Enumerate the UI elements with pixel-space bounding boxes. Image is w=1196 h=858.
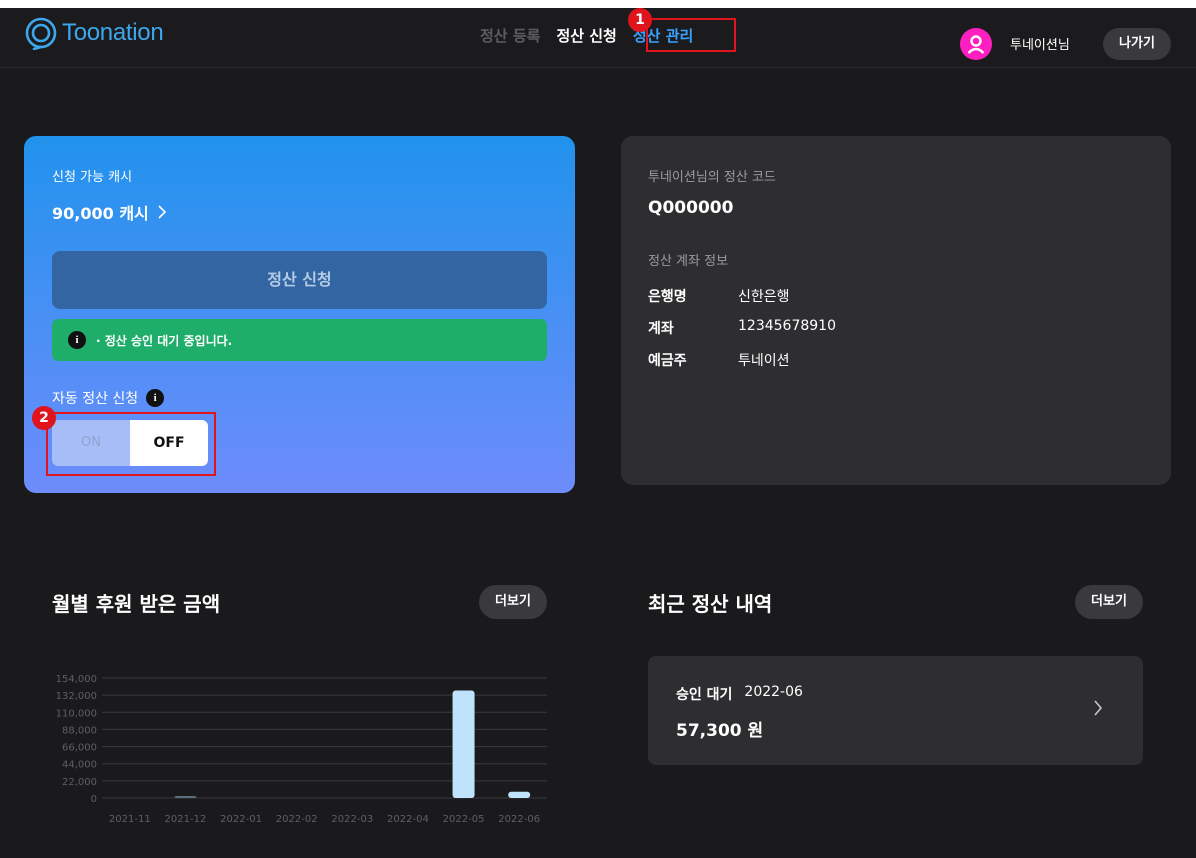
x-tick-label: 2022-03 (331, 814, 373, 825)
y-tick-label: 110,000 (56, 708, 97, 719)
account-value: 신한은행 (738, 289, 790, 305)
logo-text: Toonation (62, 19, 164, 46)
settlement-code-title: 투네이션님의 정산 코드 (648, 170, 776, 185)
toonation-logo-icon (25, 17, 57, 50)
logo[interactable]: Toonation (24, 16, 164, 50)
chevron-right-icon (158, 205, 166, 219)
header: Toonation 정산 등록 정산 신청 정산 관리 투네이션님 나가기 (0, 8, 1196, 68)
exit-button[interactable]: 나가기 (1103, 28, 1171, 60)
step-badge-2: 2 (32, 406, 56, 430)
recent-period: 2022-06 (744, 684, 803, 700)
recent-title: 최근 정산 내역 (648, 592, 773, 616)
y-tick-label: 66,000 (62, 743, 97, 754)
x-tick-label: 2022-06 (498, 814, 540, 825)
x-tick-label: 2022-01 (220, 814, 262, 825)
pending-notice: i · 정산 승인 대기 중입니다. (52, 319, 547, 361)
highlight-box-1 (646, 18, 736, 52)
account-row-bank: 은행명 신한은행 (648, 286, 790, 306)
y-tick-label: 44,000 (62, 760, 97, 771)
account-key: 예금주 (648, 353, 687, 369)
user-icon (967, 35, 985, 54)
auto-info-icon[interactable]: i (146, 389, 165, 407)
bar (508, 791, 531, 798)
account-key: 은행명 (648, 289, 687, 305)
monthly-title: 월별 후원 받은 금액 (52, 592, 221, 616)
x-tick-label: 2022-04 (387, 814, 429, 825)
account-value: 12345678910 (738, 318, 836, 334)
bar (174, 796, 197, 798)
settlement-apply-button[interactable]: 정산 신청 (52, 251, 547, 309)
recent-amount: 57,300 원 (676, 721, 764, 741)
recent-more-button[interactable]: 더보기 (1075, 585, 1143, 619)
monthly-chart: 0 22,000 44,000 66,000 88,000 110,000 132,000 1… (40, 668, 560, 838)
auto-settlement-text: 자동 정산 신청 (52, 391, 139, 407)
account-row-holder: 예금주 투네이션 (648, 350, 790, 370)
avatar[interactable] (960, 28, 992, 60)
top-strip (0, 0, 1196, 8)
monthly-more-button[interactable]: 더보기 (479, 585, 547, 619)
account-card: 투네이션님의 정산 코드 Q000000 정산 계좌 정보 은행명 신한은행 계… (621, 136, 1171, 485)
account-info-title: 정산 계좌 정보 (648, 254, 729, 269)
notice-text: · 정산 승인 대기 중입니다. (96, 333, 233, 348)
recent-status: 승인 대기 (676, 687, 733, 703)
available-cash-label: 신청 가능 캐시 (52, 170, 133, 185)
x-tick-label: 2021-11 (109, 814, 151, 825)
x-tick-label: 2022-05 (443, 814, 485, 825)
account-row-number: 계좌 12345678910 (648, 318, 836, 338)
account-value: 투네이션 (738, 353, 790, 369)
y-tick-label: 132,000 (56, 691, 97, 702)
account-key: 계좌 (648, 321, 674, 337)
y-tick-label: 154,000 (56, 674, 97, 685)
recent-settlement-item[interactable]: 승인 대기 2022-06 57,300 원 (648, 656, 1143, 765)
auto-settlement-label: 자동 정산 신청 i (52, 388, 165, 408)
recent-status-line: 승인 대기 2022-06 (676, 684, 803, 704)
highlight-box-2 (46, 412, 216, 476)
nav-item-register[interactable]: 정산 등록 (472, 24, 548, 48)
monthly-chart-svg: 0 22,000 44,000 66,000 88,000 110,000 132,000 1… (56, 674, 547, 825)
y-tick-label: 88,000 (62, 725, 97, 736)
y-tick-label: 22,000 (62, 777, 97, 788)
x-tick-label: 2021-12 (165, 814, 207, 825)
available-cash-link[interactable]: 90,000 캐시 (52, 200, 167, 224)
available-cash-amount: 90,000 캐시 (52, 204, 149, 223)
nav-item-apply[interactable]: 정산 신청 (548, 24, 624, 48)
x-tick-label: 2022-02 (276, 814, 318, 825)
bar (452, 690, 475, 798)
step-badge-1: 1 (628, 8, 652, 32)
y-tick-label: 0 (91, 794, 97, 805)
info-icon: i (68, 331, 86, 349)
settlement-code: Q000000 (648, 198, 734, 218)
chevron-right-icon (1094, 700, 1103, 716)
user-name: 투네이션님 (1010, 38, 1070, 53)
